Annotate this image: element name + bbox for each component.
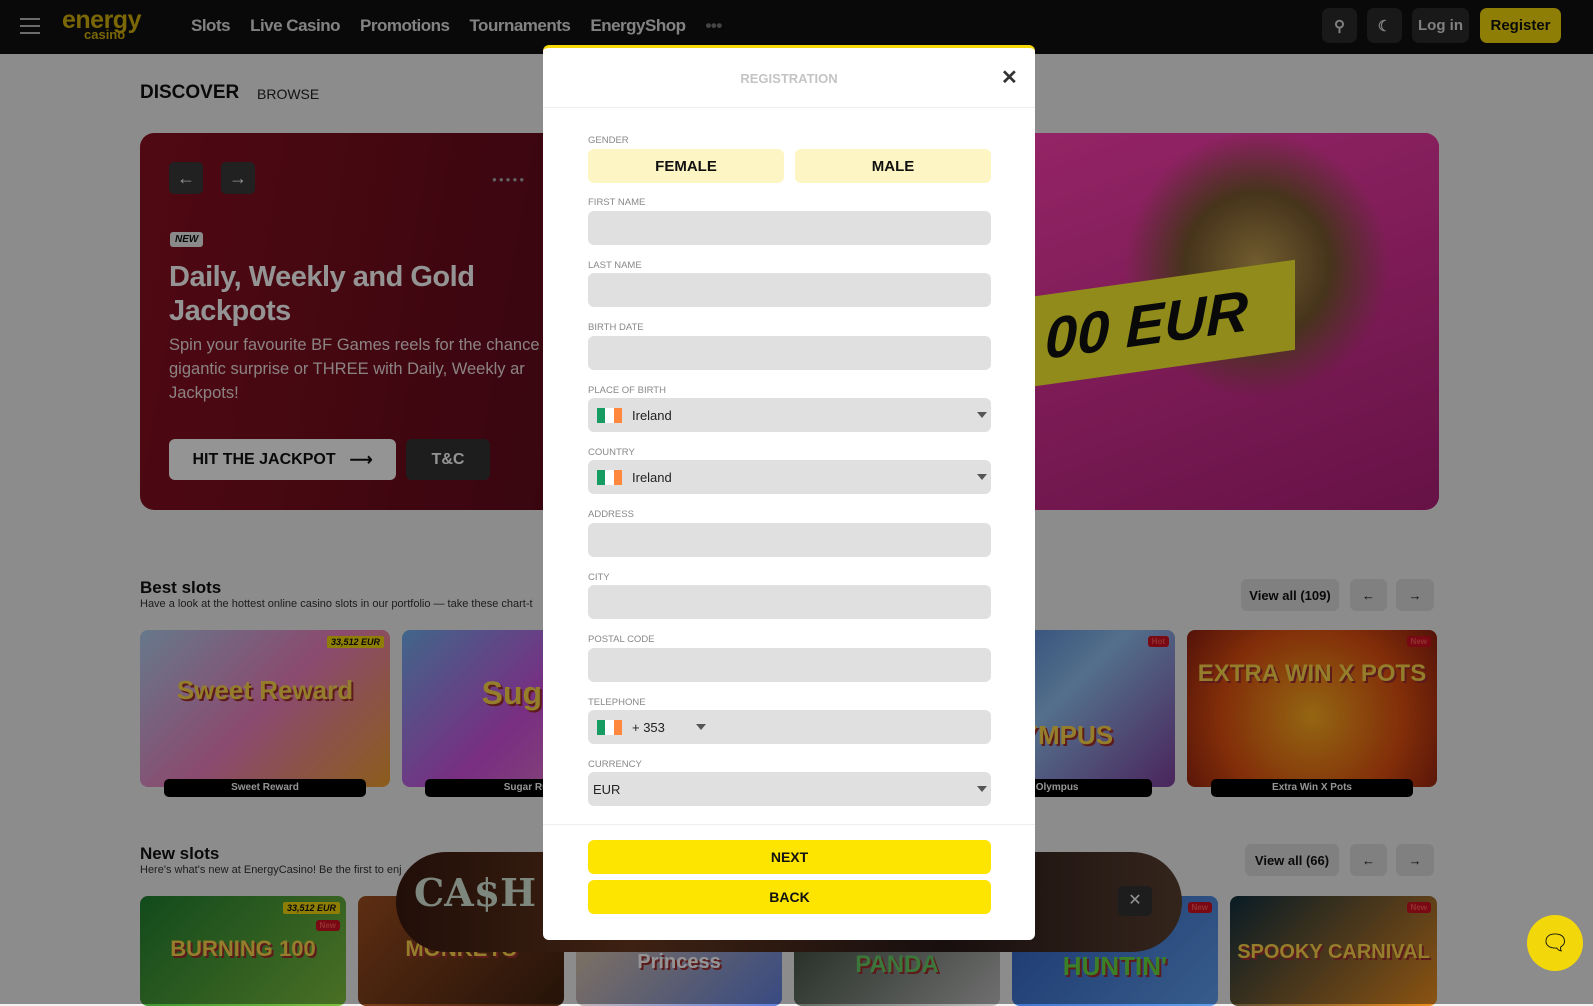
telephone-label: TELEPHONE [588, 697, 646, 708]
last-name-input[interactable] [588, 273, 991, 307]
city-label: CITY [588, 572, 610, 583]
phone-code-select[interactable]: + 353 [632, 720, 665, 735]
ireland-flag-icon [597, 407, 622, 423]
close-icon: ✕ [1001, 67, 1018, 89]
currency-label: CURRENCY [588, 759, 642, 770]
close-modal-button[interactable]: ✕ [1001, 65, 1018, 90]
country-select[interactable]: Ireland [588, 460, 991, 494]
divider [543, 107, 1035, 108]
divider [543, 824, 1035, 825]
postal-code-input[interactable] [588, 648, 991, 682]
postal-code-label: POSTAL CODE [588, 634, 655, 645]
first-name-label: FIRST NAME [588, 197, 646, 208]
address-input[interactable] [588, 523, 991, 557]
country-label: COUNTRY [588, 447, 635, 458]
gender-male-button[interactable]: MALE [795, 149, 991, 183]
ireland-flag-icon [597, 469, 622, 485]
caret-down-icon [977, 786, 987, 792]
registration-modal: REGISTRATION ✕ GENDER FEMALE MALE FIRST … [543, 45, 1035, 940]
modal-title: REGISTRATION [740, 71, 838, 86]
ireland-flag-icon [597, 719, 622, 735]
place-of-birth-select[interactable]: Ireland [588, 398, 991, 432]
telephone-input[interactable]: + 353 [588, 710, 991, 744]
gender-female-button[interactable]: FEMALE [588, 149, 784, 183]
birth-date-label: BIRTH DATE [588, 322, 644, 333]
caret-down-icon [977, 474, 987, 480]
address-label: ADDRESS [588, 509, 634, 520]
last-name-label: LAST NAME [588, 260, 642, 271]
chat-button[interactable]: 🗨 [1527, 915, 1583, 971]
back-button[interactable]: BACK [588, 880, 991, 914]
city-input[interactable] [588, 585, 991, 619]
birth-date-input[interactable] [588, 336, 991, 370]
caret-down-icon[interactable] [696, 724, 706, 730]
place-of-birth-label: PLACE OF BIRTH [588, 385, 666, 396]
gender-label: GENDER [588, 135, 629, 146]
currency-select[interactable]: EUR [588, 772, 991, 806]
chat-icon: 🗨 [1541, 930, 1569, 955]
caret-down-icon [977, 412, 987, 418]
first-name-input[interactable] [588, 211, 991, 245]
next-button[interactable]: NEXT [588, 840, 991, 874]
